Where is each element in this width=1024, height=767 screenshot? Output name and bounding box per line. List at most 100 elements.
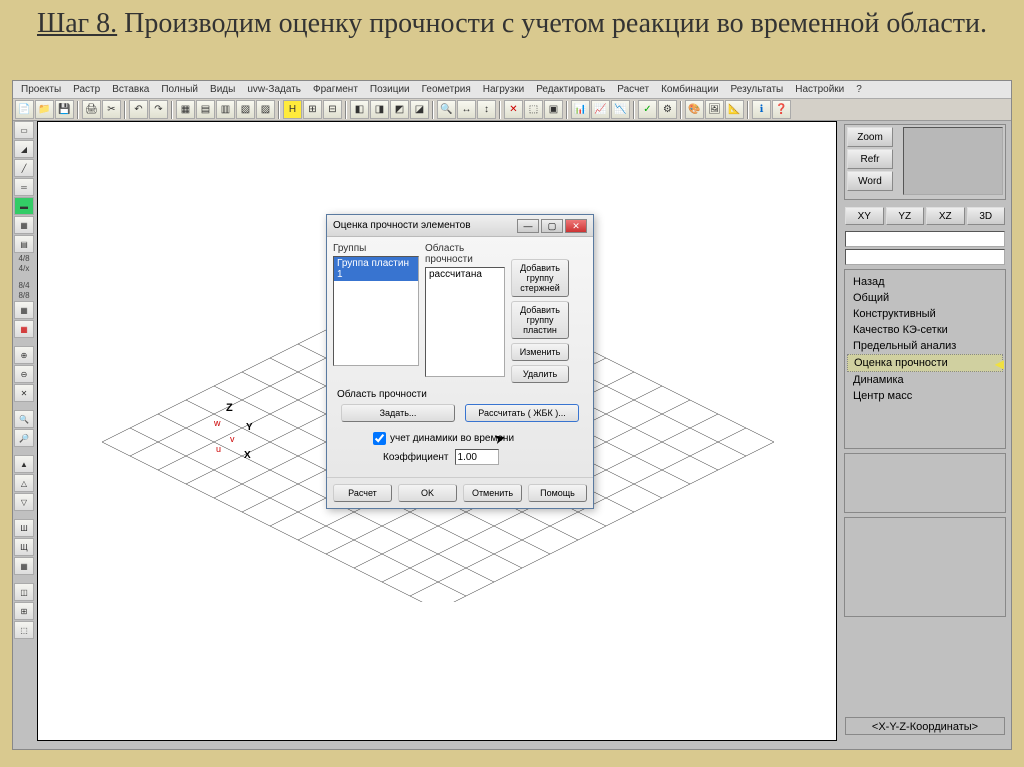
menu-item[interactable]: Комбинации xyxy=(657,83,722,96)
toolbar-icon[interactable]: ✕ xyxy=(504,100,523,119)
menu-item[interactable]: Вставка xyxy=(108,83,153,96)
toolbar-icon[interactable]: 🎨 xyxy=(685,100,704,119)
menu-item[interactable]: Фрагмент xyxy=(309,83,362,96)
menu-item-general[interactable]: Общий xyxy=(847,290,1003,306)
toolbar-icon[interactable]: 📊 xyxy=(571,100,590,119)
toolbar-icon[interactable]: ↔ xyxy=(457,100,476,119)
menu-item[interactable]: Полный xyxy=(157,83,202,96)
add-plates-button[interactable]: Добавить группу пластин xyxy=(511,301,569,339)
toolbar-icon[interactable]: 📈 xyxy=(591,100,610,119)
toolbar-icon[interactable]: 💾 xyxy=(55,100,74,119)
menu-item-strength[interactable]: Оценка прочности xyxy=(847,354,1003,372)
toolbar-icon[interactable]: ↕ xyxy=(477,100,496,119)
view-xz-button[interactable]: XZ xyxy=(926,207,965,225)
input-field[interactable] xyxy=(845,231,1005,247)
tool-icon[interactable]: ▲ xyxy=(14,455,34,473)
toolbar-icon[interactable]: ▤ xyxy=(196,100,215,119)
tool-icon[interactable]: ⊞ xyxy=(14,602,34,620)
menu-item[interactable]: Результаты xyxy=(727,83,788,96)
menu-item-limit-analysis[interactable]: Предельный анализ xyxy=(847,338,1003,354)
region-listbox[interactable]: рассчитана xyxy=(425,267,505,377)
toolbar-icon[interactable]: ⚙ xyxy=(658,100,677,119)
ok-button[interactable]: OK xyxy=(398,484,457,502)
menu-item-mesh-quality[interactable]: Качество КЭ-сетки xyxy=(847,322,1003,338)
toolbar-icon[interactable]: ▧ xyxy=(236,100,255,119)
menu-item[interactable]: Позиции xyxy=(366,83,414,96)
add-rods-button[interactable]: Добавить группу стержней xyxy=(511,259,569,297)
input-field[interactable] xyxy=(845,249,1005,265)
toolbar-icon[interactable]: ⊞ xyxy=(303,100,322,119)
tool-icon[interactable]: 🔎 xyxy=(14,429,34,447)
menu-item[interactable]: Виды xyxy=(206,83,239,96)
maximize-icon[interactable]: ▢ xyxy=(541,219,563,233)
tool-icon[interactable]: Щ xyxy=(14,538,34,556)
toolbar-icon[interactable]: ⬚ xyxy=(524,100,543,119)
menu-item[interactable]: Расчет xyxy=(613,83,653,96)
tool-icon[interactable]: ⬚ xyxy=(14,621,34,639)
toolbar-icon[interactable]: 🔍 xyxy=(437,100,456,119)
tool-icon[interactable]: △ xyxy=(14,474,34,492)
set-button[interactable]: Задать... xyxy=(341,404,455,422)
dialog-titlebar[interactable]: Оценка прочности элементов — ▢ ✕ xyxy=(327,215,593,237)
menu-item[interactable]: Настройки xyxy=(791,83,848,96)
toolbar-icon[interactable]: ✓ xyxy=(638,100,657,119)
dynamics-checkbox[interactable] xyxy=(373,432,386,445)
toolbar-icon[interactable]: ✂ xyxy=(102,100,121,119)
toolbar-icon[interactable]: 📐 xyxy=(725,100,744,119)
menu-item-structural[interactable]: Конструктивный xyxy=(847,306,1003,322)
tool-icon[interactable]: ═ xyxy=(14,178,34,196)
menu-item[interactable]: Нагрузки xyxy=(479,83,528,96)
toolbar-icon[interactable]: ⊟ xyxy=(323,100,342,119)
help-button[interactable]: Помощь xyxy=(528,484,587,502)
word-button[interactable]: Word xyxy=(847,171,893,191)
tool-icon[interactable]: ▦ xyxy=(14,216,34,234)
tool-icon[interactable]: ▦ xyxy=(14,320,34,338)
tool-icon[interactable]: Ш xyxy=(14,519,34,537)
menu-item-dynamics[interactable]: Динамика xyxy=(847,372,1003,388)
menu-item-back[interactable]: Назад xyxy=(847,274,1003,290)
zoom-button[interactable]: Zoom xyxy=(847,127,893,147)
toolbar-icon[interactable]: ▨ xyxy=(256,100,275,119)
tool-icon[interactable]: ▤ xyxy=(14,235,34,253)
menu-item[interactable]: uvw-Задать xyxy=(243,83,305,96)
toolbar-icon[interactable]: ▥ xyxy=(216,100,235,119)
toolbar-icon[interactable]: ↷ xyxy=(149,100,168,119)
tool-icon[interactable]: ◫ xyxy=(14,583,34,601)
menu-item[interactable]: Геометрия xyxy=(418,83,475,96)
menu-item[interactable]: Растр xyxy=(69,83,104,96)
toolbar-icon[interactable]: ▣ xyxy=(544,100,563,119)
view-3d-button[interactable]: 3D xyxy=(967,207,1006,225)
calculate-button[interactable]: Рассчитать ( ЖБК )... xyxy=(465,404,579,422)
tool-icon[interactable]: ◢ xyxy=(14,140,34,158)
view-xy-button[interactable]: XY xyxy=(845,207,884,225)
toolbar-icon[interactable]: ◧ xyxy=(350,100,369,119)
tool-icon[interactable]: ▦ xyxy=(14,557,34,575)
menu-item[interactable]: Проекты xyxy=(17,83,65,96)
delete-button[interactable]: Удалить xyxy=(511,365,569,383)
tool-icon[interactable]: ▭ xyxy=(14,121,34,139)
menu-item[interactable]: ? xyxy=(852,83,866,96)
view-yz-button[interactable]: YZ xyxy=(886,207,925,225)
cancel-button[interactable]: Отменить xyxy=(463,484,522,502)
tool-icon[interactable]: ⊖ xyxy=(14,365,34,383)
toolbar-icon[interactable]: ▦ xyxy=(176,100,195,119)
list-item[interactable]: рассчитана xyxy=(426,268,504,281)
toolbar-icon[interactable]: Н xyxy=(283,100,302,119)
toolbar-icon[interactable]: ↶ xyxy=(129,100,148,119)
close-icon[interactable]: ✕ xyxy=(565,219,587,233)
toolbar-icon[interactable]: 📉 xyxy=(611,100,630,119)
tool-icon[interactable]: ▬ xyxy=(14,197,34,215)
tool-icon[interactable]: ╱ xyxy=(14,159,34,177)
toolbar-icon[interactable]: 🖼 xyxy=(705,100,724,119)
toolbar-icon[interactable]: 🖨 xyxy=(82,100,101,119)
coef-input[interactable] xyxy=(455,449,499,465)
toolbar-icon[interactable]: ◪ xyxy=(410,100,429,119)
toolbar-icon[interactable]: ℹ xyxy=(752,100,771,119)
tool-icon[interactable]: ▦ xyxy=(14,301,34,319)
run-button[interactable]: Расчет xyxy=(333,484,392,502)
minimize-icon[interactable]: — xyxy=(517,219,539,233)
tool-icon[interactable]: ▽ xyxy=(14,493,34,511)
toolbar-icon[interactable]: ◩ xyxy=(390,100,409,119)
toolbar-icon[interactable]: 📄 xyxy=(15,100,34,119)
tool-icon[interactable]: ⊕ xyxy=(14,346,34,364)
